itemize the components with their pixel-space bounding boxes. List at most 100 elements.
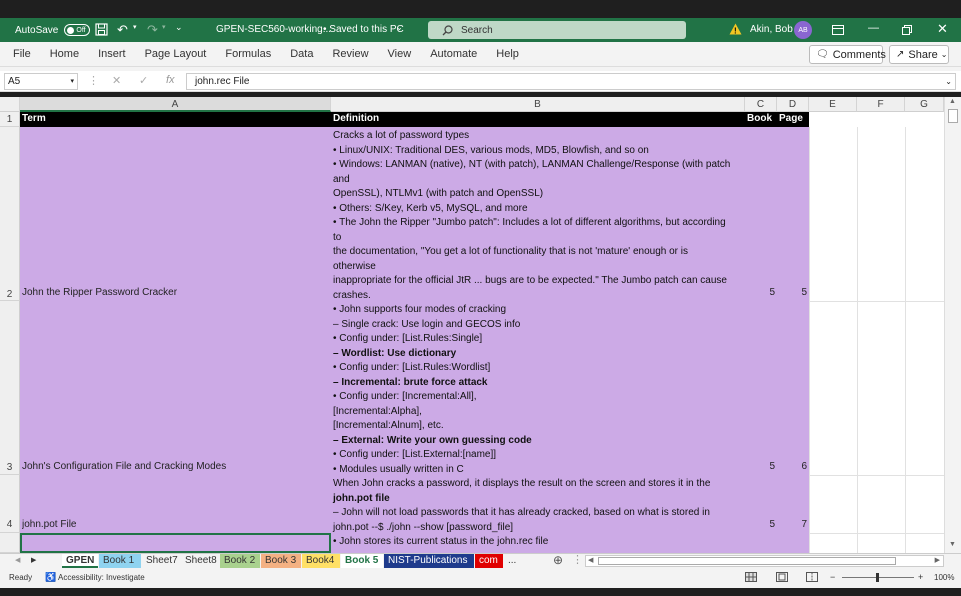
zoom-level[interactable]: 100% xyxy=(934,573,954,582)
definition-line: john.pot file xyxy=(333,492,390,504)
row-header-4[interactable]: 4 xyxy=(0,475,20,533)
formula-input[interactable]: john.rec File ⌄ xyxy=(186,73,956,90)
undo-dropdown-icon[interactable]: ▾ xyxy=(133,23,137,31)
header-book[interactable]: Book xyxy=(745,112,777,127)
sheet-tab[interactable]: NIST-Publications xyxy=(384,554,474,568)
sheet-tab[interactable]: GPEN xyxy=(62,554,98,568)
comments-button[interactable]: 🗨 Comments xyxy=(809,45,886,64)
enter-icon[interactable]: ✓ xyxy=(139,74,148,87)
term-cell[interactable]: John's Configuration File and Cracking M… xyxy=(22,461,327,472)
menu-view[interactable]: View xyxy=(388,48,412,60)
autosave-label: AutoSave xyxy=(15,24,59,36)
sheet-tab[interactable]: Book 2 xyxy=(220,554,260,568)
menu-page-layout[interactable]: Page Layout xyxy=(145,48,207,60)
menu-data[interactable]: Data xyxy=(290,48,313,60)
sheet-tab[interactable]: Book4 xyxy=(302,554,340,568)
horizontal-scrollbar[interactable]: ◀ ▶ xyxy=(585,555,944,567)
row-header-1[interactable]: 1 xyxy=(0,112,20,127)
accessibility-status[interactable]: Accessibility: Investigate xyxy=(58,573,145,582)
column-header-c[interactable]: C xyxy=(745,97,777,112)
hscroll-thumb[interactable] xyxy=(598,557,896,565)
avatar[interactable]: AB xyxy=(794,21,812,39)
sheet-tab[interactable]: Sheet7 xyxy=(142,554,180,568)
accessibility-icon[interactable]: ♿ xyxy=(45,572,56,583)
column-header-d[interactable]: D xyxy=(777,97,809,112)
search-box[interactable]: Search xyxy=(428,21,686,39)
column-header-b[interactable]: B xyxy=(331,97,745,112)
normal-view-icon[interactable] xyxy=(745,572,757,582)
book-cell[interactable]: 5 xyxy=(745,287,775,298)
gridline xyxy=(857,127,858,553)
autosave-control[interactable]: AutoSave Off xyxy=(15,24,91,36)
menu-home[interactable]: Home xyxy=(50,48,79,60)
select-all-corner[interactable] xyxy=(0,97,20,112)
minimize-icon[interactable]: — xyxy=(868,22,879,34)
selected-cell-a5[interactable] xyxy=(20,533,331,553)
scroll-left-icon[interactable]: ◀ xyxy=(588,556,593,564)
tab-scroll-left-icon[interactable]: ◀ xyxy=(15,556,20,564)
expand-formula-icon[interactable]: ⌄ xyxy=(945,74,952,89)
header-definition[interactable]: Definition xyxy=(331,112,745,127)
menu-automate[interactable]: Automate xyxy=(430,48,477,60)
close-icon[interactable]: ✕ xyxy=(937,21,948,37)
row-header-3[interactable]: 3 xyxy=(0,301,20,475)
share-button[interactable]: ↗ Share ⌄ xyxy=(889,45,949,64)
zoom-out-icon[interactable]: − xyxy=(830,572,835,582)
customize-toolbar-icon[interactable]: ⌄ xyxy=(175,22,183,33)
row-header-5[interactable] xyxy=(0,533,20,553)
menu-file[interactable]: File xyxy=(13,48,31,60)
insert-function-icon[interactable]: fx xyxy=(166,74,175,86)
term-cell[interactable]: John the Ripper Password Cracker xyxy=(22,287,327,298)
user-name[interactable]: Akin, Bob xyxy=(750,24,793,35)
menu-review[interactable]: Review xyxy=(332,48,368,60)
chevron-down-icon[interactable]: ⌄ xyxy=(396,23,403,32)
scroll-up-icon[interactable]: ▲ xyxy=(949,98,956,105)
scroll-thumb[interactable] xyxy=(948,109,958,123)
sheet-tab[interactable]: Sheet8 xyxy=(181,554,219,568)
header-page[interactable]: Page xyxy=(777,112,809,127)
page-layout-view-icon[interactable] xyxy=(776,572,788,582)
sheet-tab[interactable]: Book 5 xyxy=(341,554,383,568)
vertical-scrollbar[interactable]: ▲ ▼ xyxy=(944,97,961,553)
cancel-icon[interactable]: ✕ xyxy=(112,74,121,87)
book-cell[interactable]: 5 xyxy=(745,519,775,530)
sheet-tab[interactable]: Book 1 xyxy=(99,554,141,568)
autosave-toggle[interactable]: Off xyxy=(64,24,91,36)
page-cell[interactable]: 5 xyxy=(777,287,807,298)
page-cell[interactable]: 7 xyxy=(777,519,807,530)
name-box[interactable]: A5 ▾ xyxy=(4,73,78,90)
definition-line: [Incremental:Alpha], xyxy=(333,405,422,417)
header-term[interactable]: Term xyxy=(20,112,331,127)
scroll-down-icon[interactable]: ▼ xyxy=(949,541,956,548)
term-cell[interactable]: john.pot File xyxy=(22,519,327,530)
tab-scroll-right-icon[interactable]: ▶ xyxy=(31,556,36,564)
sheet-tab[interactable]: com xyxy=(475,554,503,568)
scroll-right-icon[interactable]: ▶ xyxy=(935,556,940,564)
book-cell[interactable]: 5 xyxy=(745,461,775,472)
undo-icon[interactable]: ↶ xyxy=(117,22,128,38)
column-header-e[interactable]: E xyxy=(809,97,857,112)
menu-formulas[interactable]: Formulas xyxy=(225,48,271,60)
definition-text[interactable]: Cracks a lot of password types • Linux/UN… xyxy=(333,129,745,550)
page-cell[interactable]: 6 xyxy=(777,461,807,472)
zoom-slider-thumb[interactable] xyxy=(876,573,879,582)
ribbon-display-icon[interactable] xyxy=(832,25,844,35)
more-icon: ⋮ xyxy=(572,554,583,566)
page-break-view-icon[interactable] xyxy=(806,572,818,582)
column-header-f[interactable]: F xyxy=(857,97,905,112)
worksheet-grid[interactable]: A B C D E F G 1 2 3 4 Term Definition Bo… xyxy=(0,97,944,553)
sheet-tab[interactable]: ... xyxy=(504,554,520,568)
definition-line: and xyxy=(333,173,350,185)
row-header-2[interactable]: 2 xyxy=(0,127,20,301)
zoom-in-icon[interactable]: + xyxy=(918,572,923,582)
save-icon[interactable] xyxy=(95,23,108,36)
column-header-a[interactable]: A xyxy=(20,97,331,112)
column-header-g[interactable]: G xyxy=(905,97,944,112)
warning-icon[interactable]: ! xyxy=(729,23,742,35)
add-sheet-icon[interactable]: ⊕ xyxy=(553,553,563,567)
restore-icon[interactable] xyxy=(902,25,912,35)
sheet-tab[interactable]: Book 3 xyxy=(261,554,301,568)
file-name[interactable]: GPEN-SEC560-working... xyxy=(216,24,331,35)
menu-insert[interactable]: Insert xyxy=(98,48,126,60)
menu-help[interactable]: Help xyxy=(496,48,519,60)
